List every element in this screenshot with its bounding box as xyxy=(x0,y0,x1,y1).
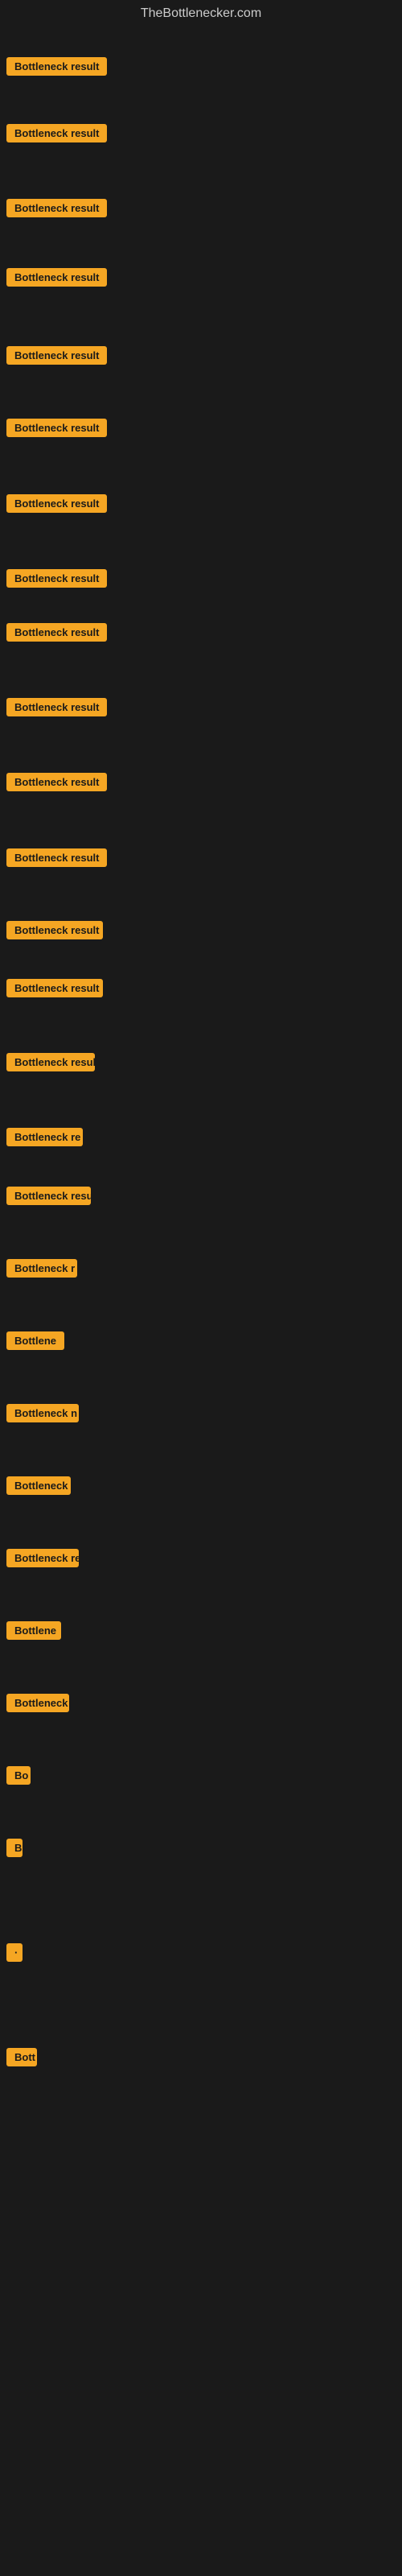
bottleneck-badge: · xyxy=(6,1943,23,1962)
list-item: Bottleneck result xyxy=(0,341,107,374)
bottleneck-badge: Bottleneck result xyxy=(6,698,107,716)
list-item: Bottleneck result xyxy=(0,489,107,522)
bottleneck-badge: Bottleneck result xyxy=(6,623,107,642)
bottleneck-badge: Bottleneck n xyxy=(6,1404,79,1422)
bottleneck-badge: Bottleneck result xyxy=(6,268,107,287)
list-item: Bottleneck xyxy=(0,1472,71,1504)
bottleneck-badge: Bottleneck result xyxy=(6,419,107,437)
bottleneck-badge: Bottleneck re xyxy=(6,1549,79,1567)
bottleneck-badge: Bottleneck result xyxy=(6,773,107,791)
list-item: Bottlene xyxy=(0,1616,61,1649)
bottleneck-badge: B xyxy=(6,1839,23,1857)
list-item: Bottleneck result xyxy=(0,263,107,295)
bottleneck-badge: Bottleneck xyxy=(6,1694,69,1712)
list-item: Bottleneck result xyxy=(0,693,107,725)
list-item: Bottleneck result xyxy=(0,1048,95,1080)
list-item: Bottleneck result xyxy=(0,1182,91,1214)
list-item: B xyxy=(0,1834,23,1866)
bottleneck-badge: Bottleneck result xyxy=(6,921,103,939)
list-item: Bottleneck result xyxy=(0,916,103,948)
site-title: TheBottlenecker.com xyxy=(0,0,402,31)
bottleneck-badge: Bottlene xyxy=(6,1621,61,1640)
list-item: Bottleneck result xyxy=(0,618,107,650)
bottleneck-badge: Bottleneck result xyxy=(6,1053,95,1071)
list-item: Bottleneck result xyxy=(0,194,107,226)
bottleneck-badge: Bottleneck result xyxy=(6,199,107,217)
list-item: Bottleneck r xyxy=(0,1254,77,1286)
bottleneck-badge: Bottleneck result xyxy=(6,57,107,76)
site-header: TheBottlenecker.com xyxy=(0,0,402,31)
list-item: Bottleneck result xyxy=(0,768,107,800)
bottleneck-badge: Bottleneck result xyxy=(6,494,107,513)
bottleneck-badge: Bottleneck result xyxy=(6,124,107,142)
bottleneck-badge: Bottleneck r xyxy=(6,1259,77,1278)
bottleneck-badge: Bottleneck result xyxy=(6,1187,91,1205)
bottleneck-badge: Bottleneck result xyxy=(6,979,103,997)
bottleneck-badge: Bo xyxy=(6,1766,31,1785)
list-item: Bottleneck result xyxy=(0,564,107,597)
list-item: Bottleneck re xyxy=(0,1544,79,1576)
bottleneck-badge: Bottleneck result xyxy=(6,346,107,365)
list-item: Bottleneck result xyxy=(0,974,103,1006)
list-item: Bottleneck result xyxy=(0,52,107,85)
bottleneck-badge: Bottlene xyxy=(6,1331,64,1350)
bottleneck-badge: Bottleneck result xyxy=(6,569,107,588)
bottleneck-badge: Bott xyxy=(6,2048,37,2066)
list-item: Bottleneck result xyxy=(0,414,107,446)
list-item: Bottleneck n xyxy=(0,1399,79,1431)
list-item: Bottleneck xyxy=(0,1689,69,1721)
list-item: Bott xyxy=(0,2043,37,2075)
list-item: Bo xyxy=(0,1761,31,1794)
list-item: Bottleneck result xyxy=(0,844,107,876)
bottleneck-badge: Bottleneck result xyxy=(6,848,107,867)
list-item: · xyxy=(0,1938,23,1971)
list-item: Bottleneck result xyxy=(0,119,107,151)
list-item: Bottleneck re xyxy=(0,1123,83,1155)
bottleneck-badge: Bottleneck xyxy=(6,1476,71,1495)
list-item: Bottlene xyxy=(0,1327,64,1359)
bottleneck-badge: Bottleneck re xyxy=(6,1128,83,1146)
